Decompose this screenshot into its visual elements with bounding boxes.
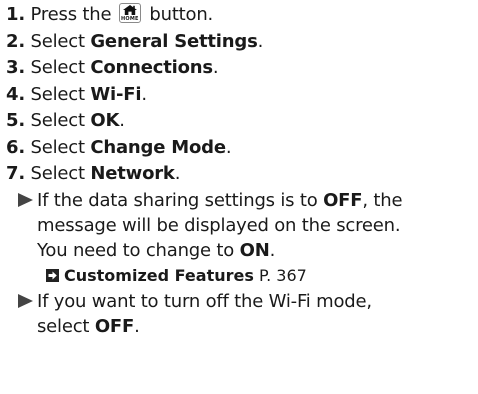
- step-number: 2.: [6, 30, 25, 52]
- step-text: Select: [30, 83, 91, 105]
- step-6: 6. Select Change Mode.: [6, 135, 478, 162]
- step-3: 3. Select Connections.: [6, 55, 478, 82]
- cross-reference-page: P. 367: [258, 265, 307, 285]
- step-text-end: .: [212, 57, 219, 78]
- cross-reference-arrow-icon: [46, 268, 59, 282]
- step-number: 5.: [6, 110, 25, 131]
- step-number: 3.: [6, 57, 25, 78]
- cross-reference-title: Customized Features: [64, 265, 254, 285]
- note-text: select: [37, 315, 95, 337]
- note-text: You need to change to: [37, 239, 240, 261]
- note-option: OFF: [323, 189, 363, 211]
- instructions-page: 1. Press the HOME button. 2. Select Gene…: [0, 0, 478, 394]
- step-number: 6.: [6, 136, 25, 158]
- step-text-end: .: [257, 30, 264, 52]
- step-text: Select: [30, 110, 91, 131]
- home-button-icon: HOME: [118, 3, 141, 23]
- step-text-end: .: [174, 163, 181, 184]
- step-text-end: .: [141, 83, 147, 105]
- note-line: message will be displayed on the screen.: [37, 214, 401, 236]
- note-text-end: , the: [362, 189, 403, 211]
- note-option: OFF: [94, 315, 135, 337]
- step-text: Select: [30, 136, 91, 158]
- note-line: If you want to turn off the Wi-Fi mode,: [37, 290, 372, 312]
- note-line: select OFF.: [37, 314, 457, 339]
- step-text: Select: [30, 57, 91, 78]
- step-option: General Settings: [90, 30, 258, 52]
- step-option: OK: [90, 110, 120, 131]
- triangle-bullet-icon: [18, 293, 33, 308]
- step-5: 5. Select OK.: [6, 108, 478, 135]
- step-7: 7. Select Network.: [6, 161, 478, 188]
- step-option: Connections: [90, 57, 213, 78]
- step-text-end: .: [225, 136, 232, 158]
- step-option: Change Mode: [90, 136, 226, 158]
- note-option: ON: [239, 239, 270, 261]
- step-number: 1.: [6, 4, 25, 25]
- note-text: If the data sharing settings is to: [37, 189, 324, 211]
- triangle-bullet-icon: [18, 192, 33, 207]
- step-2: 2. Select General Settings.: [6, 29, 478, 56]
- step-option: Network: [90, 163, 175, 184]
- step-text: Select: [30, 163, 91, 184]
- note-line: If the data sharing settings is to OFF, …: [37, 188, 457, 213]
- step-number: 7.: [6, 163, 25, 184]
- step-4: 4. Select Wi-Fi.: [6, 82, 478, 109]
- step-text-end: button.: [143, 4, 214, 25]
- cross-reference[interactable]: Customized Features P. 367: [6, 263, 478, 289]
- steps-list: 1. Press the HOME button. 2. Select Gene…: [6, 2, 478, 188]
- note-text-end: .: [134, 315, 140, 337]
- step-number: 4.: [6, 83, 25, 105]
- step-1: 1. Press the HOME button.: [6, 2, 478, 29]
- step-text: Select: [30, 30, 91, 52]
- note-data-sharing: If the data sharing settings is to OFF, …: [6, 188, 457, 263]
- note-line: You need to change to ON.: [37, 238, 457, 263]
- home-icon-label: HOME: [121, 16, 139, 22]
- step-text-end: .: [119, 110, 125, 131]
- note-text-end: .: [269, 239, 276, 261]
- step-text: Press the: [30, 4, 117, 25]
- note-turn-off-wifi: If you want to turn off the Wi-Fi mode, …: [6, 289, 457, 339]
- step-option: Wi-Fi: [90, 83, 142, 105]
